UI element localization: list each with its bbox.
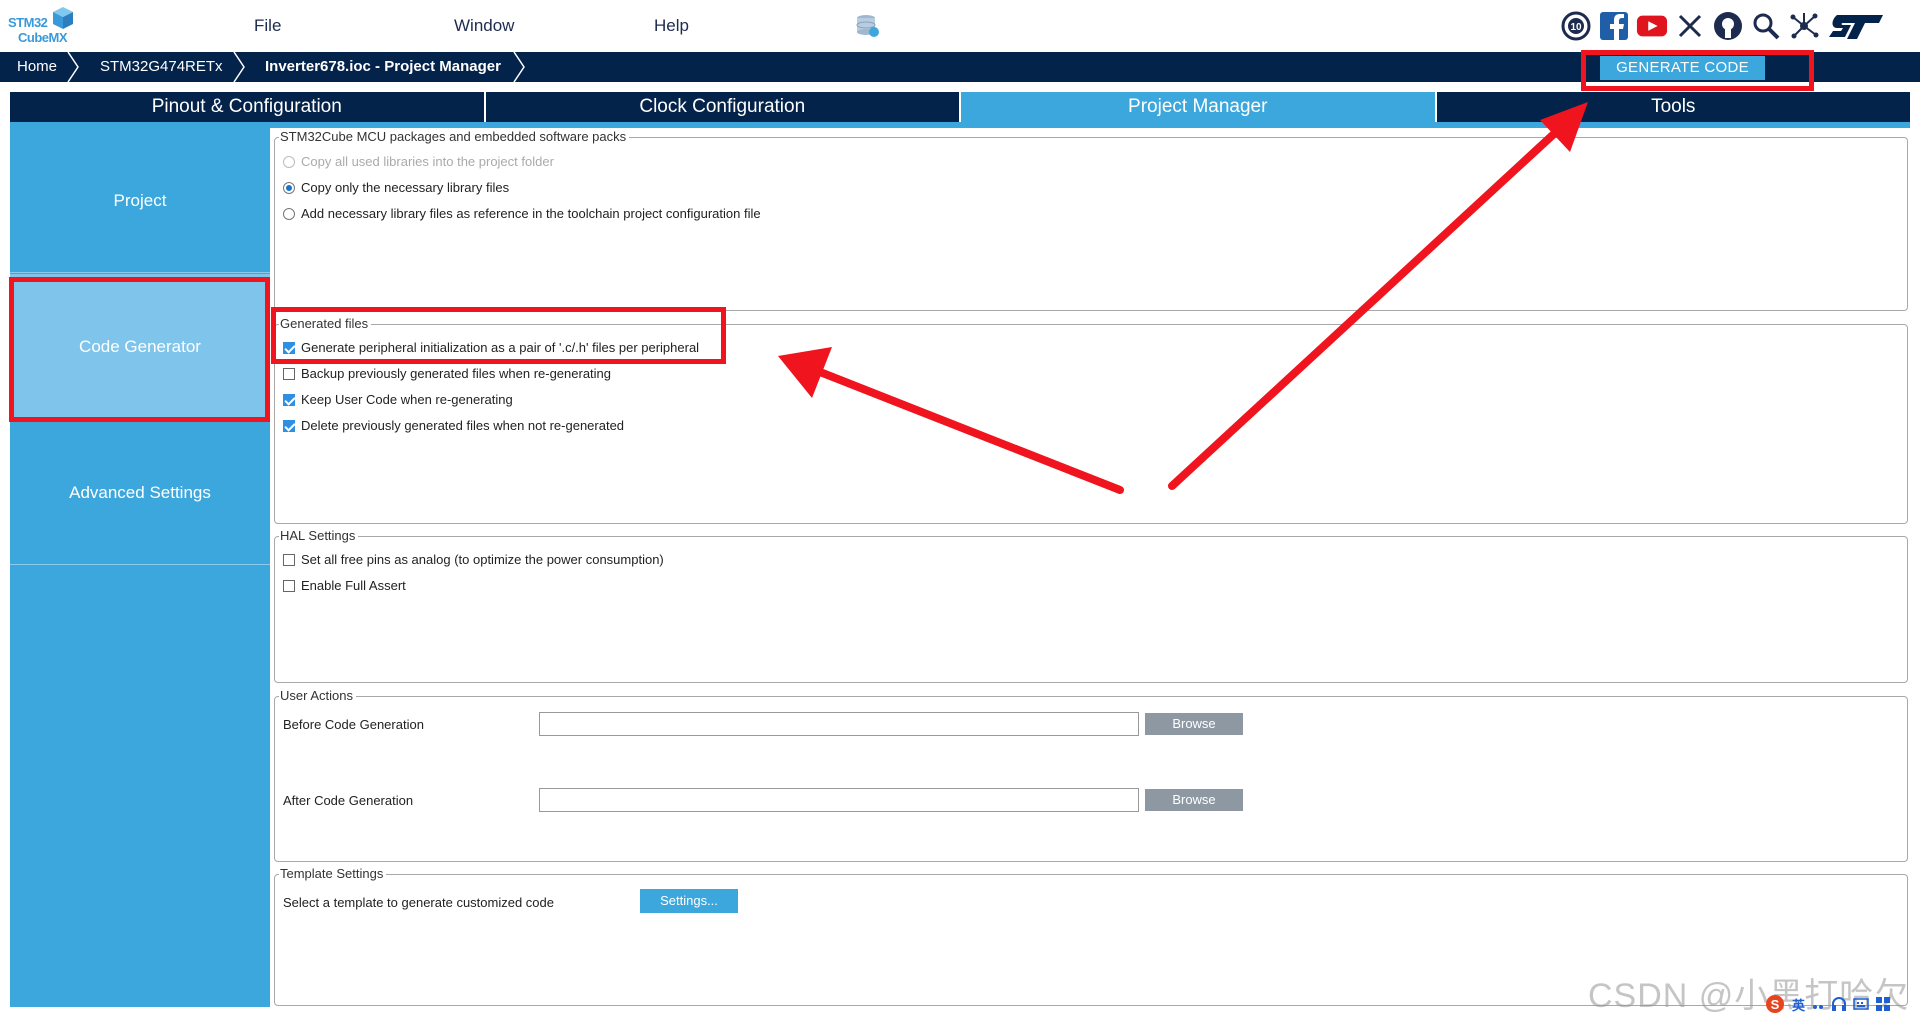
- ime-keyboard-icon[interactable]: [1853, 996, 1869, 1012]
- arrow-to-generate-code: [1168, 102, 1588, 490]
- ime-headset-icon[interactable]: [1831, 996, 1847, 1012]
- ime-grid-icon[interactable]: [1875, 996, 1891, 1012]
- ime-toolbar: S 英: [1764, 992, 1920, 1016]
- ime-language[interactable]: 英: [1792, 995, 1805, 1014]
- svg-text:S: S: [1771, 997, 1780, 1012]
- arrow-to-peripheral-option: [778, 347, 1124, 494]
- sogou-ime-icon[interactable]: S: [1764, 994, 1786, 1014]
- ime-punctuation-icon[interactable]: [1811, 997, 1825, 1011]
- stm32cubemx-window: STM32 CubeMX File Window Help 10 Home ST…: [0, 0, 1920, 1017]
- annotation-arrows: [778, 102, 1588, 494]
